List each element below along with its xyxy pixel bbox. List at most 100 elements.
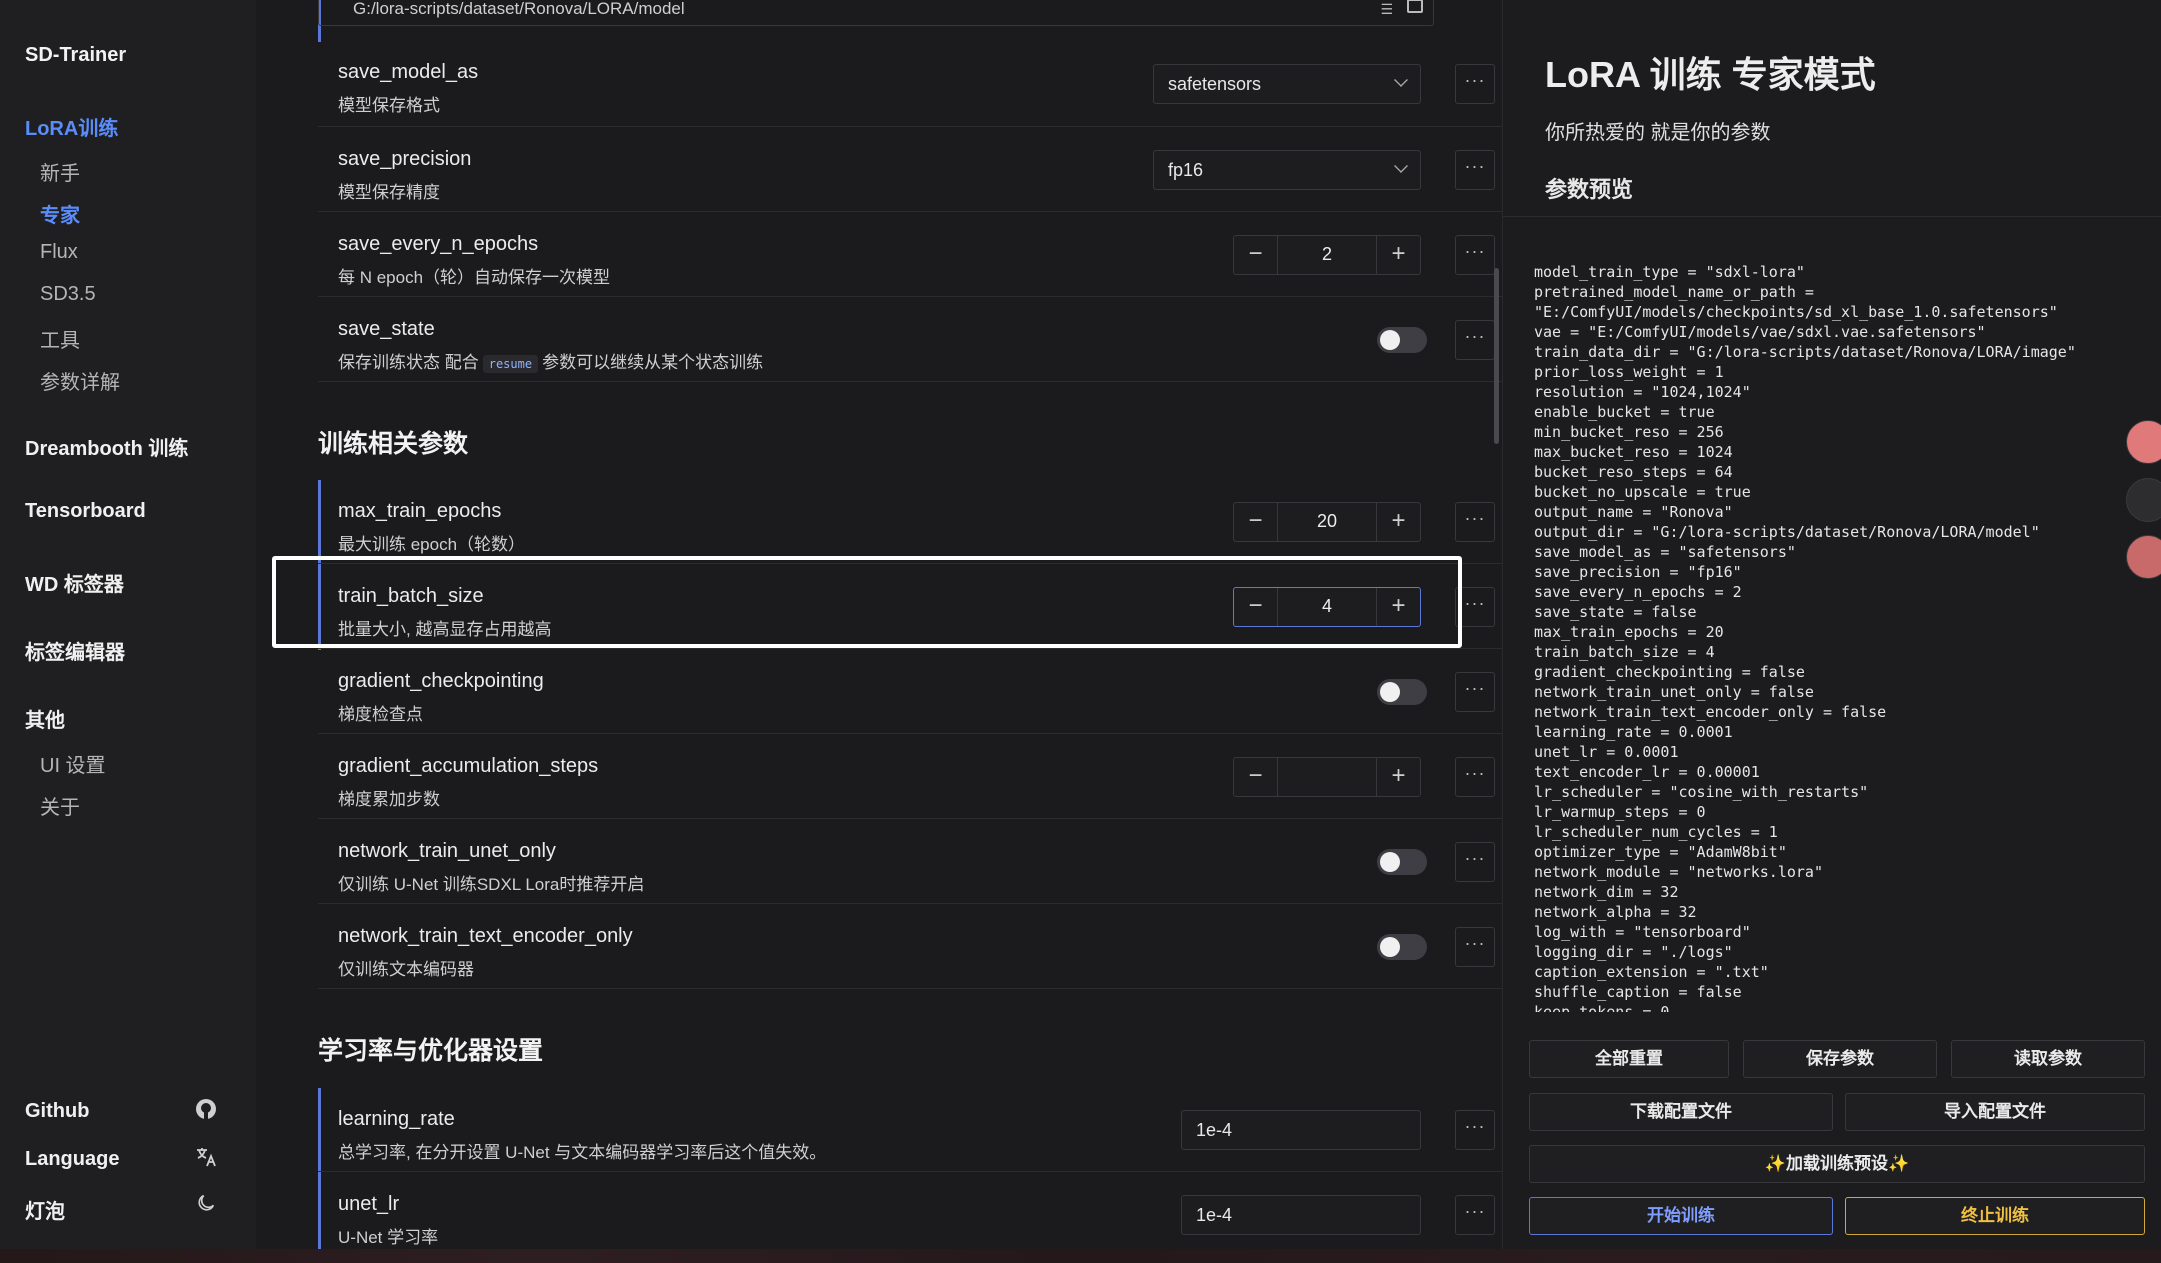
param-name: max_train_epochs (338, 500, 502, 522)
page-subtitle: 你所热爱的 就是你的参数 (1545, 122, 1771, 144)
sidebar-item-param-details[interactable]: 参数详解 (40, 366, 120, 395)
param-row-save-model-as: save_model_as 模型保存格式 safetensors ··· (318, 43, 1502, 127)
start-training-button[interactable]: 开始训练 (1529, 1197, 1833, 1235)
param-desc: 每 N epoch（轮）自动保存一次模型 (338, 268, 611, 287)
list-icon[interactable]: ☰ (1380, 1, 1393, 18)
param-row-unet-lr: unet_lr U-Net 学习率 1e-4 ··· (318, 1173, 1502, 1249)
param-desc: 总学习率, 在分开设置 U-Net 与文本编码器学习率后这个值失效。 (338, 1143, 827, 1162)
folder-icon[interactable] (1407, 0, 1423, 13)
network-train-text-encoder-only-toggle[interactable] (1377, 934, 1427, 960)
param-desc: U-Net 学习率 (338, 1228, 439, 1247)
stepper-value[interactable]: 2 (1278, 244, 1376, 265)
save-precision-select[interactable]: fp16 (1153, 150, 1421, 190)
decrement-button[interactable]: − (1234, 758, 1278, 796)
param-row-save-state: save_state 保存训练状态 配合 resume 参数可以继续从某个状态训练 … (318, 298, 1502, 382)
chevron-down-icon (1394, 73, 1408, 87)
moon-icon[interactable] (192, 1192, 220, 1220)
toggle-knob (1380, 937, 1400, 957)
param-desc: 仅训练文本编码器 (338, 960, 474, 979)
increment-button[interactable]: + (1376, 236, 1420, 274)
app-brand[interactable]: SD-Trainer (25, 44, 126, 67)
save-model-as-select[interactable]: safetensors (1153, 64, 1421, 104)
stepper-value[interactable]: 20 (1278, 511, 1376, 532)
sidebar-item-ui-settings[interactable]: UI 设置 (40, 749, 106, 778)
import-config-button[interactable]: 导入配置文件 (1845, 1093, 2145, 1131)
more-button[interactable]: ··· (1455, 842, 1495, 882)
github-icon[interactable] (192, 1097, 220, 1125)
chevron-down-icon (1394, 159, 1408, 173)
input-value: 1e-4 (1196, 1205, 1233, 1225)
sidebar-section-dreambooth[interactable]: Dreambooth 训练 (25, 432, 188, 461)
param-desc: 保存训练状态 配合 resume 参数可以继续从某个状态训练 (338, 348, 763, 373)
sidebar-item-sd35[interactable]: SD3.5 (40, 283, 96, 306)
sidebar-section-lora[interactable]: LoRA训练 (25, 112, 118, 141)
increment-button[interactable]: + (1376, 503, 1420, 541)
theme-toggle-label[interactable]: 灯泡 (25, 1195, 65, 1224)
stop-training-button[interactable]: 终止训练 (1845, 1197, 2145, 1235)
more-button[interactable]: ··· (1455, 1110, 1495, 1150)
increment-button[interactable]: + (1376, 758, 1420, 796)
max-train-epochs-stepper[interactable]: − 20 + (1233, 502, 1421, 542)
unet-lr-input[interactable]: 1e-4 (1181, 1195, 1421, 1235)
toggle-knob (1380, 682, 1400, 702)
more-button[interactable]: ··· (1455, 672, 1495, 712)
more-button[interactable]: ··· (1455, 927, 1495, 967)
param-desc: 模型保存格式 (338, 96, 440, 115)
input-value: 1e-4 (1196, 1120, 1233, 1140)
param-name: gradient_checkpointing (338, 670, 544, 692)
language-link[interactable]: Language (25, 1148, 119, 1171)
param-row-gradient-accumulation-steps: gradient_accumulation_steps 梯度累加步数 − + ·… (318, 735, 1502, 819)
param-name: network_train_text_encoder_only (338, 925, 633, 947)
sidebar-item-expert[interactable]: 专家 (40, 199, 80, 228)
learning-rate-input[interactable]: 1e-4 (1181, 1110, 1421, 1150)
github-link[interactable]: Github (25, 1100, 89, 1123)
param-name: save_every_n_epochs (338, 233, 539, 255)
more-button[interactable]: ··· (1455, 235, 1495, 275)
param-row-network-train-text-encoder-only: network_train_text_encoder_only 仅训练文本编码器… (318, 905, 1502, 989)
save-every-n-epochs-stepper[interactable]: − 2 + (1233, 235, 1421, 275)
sidebar-item-flux[interactable]: Flux (40, 241, 78, 264)
sidebar-item-about[interactable]: 关于 (40, 791, 80, 820)
desc-text: 保存训练状态 配合 (338, 353, 479, 372)
download-config-button[interactable]: 下载配置文件 (1529, 1093, 1833, 1131)
param-row-max-train-epochs: max_train_epochs 最大训练 epoch（轮数） − 20 + ·… (318, 480, 1502, 564)
network-train-unet-only-toggle[interactable] (1377, 849, 1427, 875)
decrement-button[interactable]: − (1234, 503, 1278, 541)
more-button[interactable]: ··· (1455, 502, 1495, 542)
param-name: learning_rate (338, 1108, 455, 1130)
main-scrollbar[interactable] (1494, 268, 1499, 444)
param-desc: 梯度检查点 (338, 705, 423, 724)
more-button[interactable]: ··· (1455, 320, 1495, 360)
translate-icon[interactable] (192, 1145, 220, 1173)
decrement-button[interactable]: − (1234, 236, 1278, 274)
sidebar-item-beginner[interactable]: 新手 (40, 157, 80, 186)
param-name: save_precision (338, 148, 472, 170)
more-button[interactable]: ··· (1455, 64, 1495, 104)
sidebar-section-wd-tagger[interactable]: WD 标签器 (25, 568, 124, 597)
load-params-button[interactable]: 读取参数 (1951, 1040, 2145, 1078)
sidebar-section-tag-editor[interactable]: 标签编辑器 (25, 636, 125, 665)
select-value: fp16 (1168, 160, 1204, 180)
reset-all-button[interactable]: 全部重置 (1529, 1040, 1729, 1078)
sidebar-section-tensorboard[interactable]: Tensorboard (25, 500, 146, 523)
param-name: save_model_as (338, 61, 479, 83)
config-preview[interactable]: model_train_type = "sdxl-lora" pretraine… (1534, 262, 2124, 1012)
param-row-gradient-checkpointing: gradient_checkpointing 梯度检查点 ··· (318, 650, 1502, 734)
sidebar-section-other[interactable]: 其他 (25, 704, 65, 733)
output-dir-input[interactable]: G:/lora-scripts/dataset/Ronova/LORA/mode… (318, 0, 1434, 26)
more-button[interactable]: ··· (1455, 1195, 1495, 1235)
save-state-toggle[interactable] (1377, 327, 1427, 353)
gradient-checkpointing-toggle[interactable] (1377, 679, 1427, 705)
more-button[interactable]: ··· (1455, 150, 1495, 190)
inline-code: resume (482, 355, 539, 373)
gradient-accumulation-steps-stepper[interactable]: − + (1233, 757, 1421, 797)
param-row-save-precision: save_precision 模型保存精度 fp16 ··· (318, 128, 1502, 212)
more-button[interactable]: ··· (1455, 757, 1495, 797)
highlight-box (272, 556, 1462, 648)
select-value: safetensors (1168, 74, 1262, 94)
load-preset-button[interactable]: ✨加载训练预设✨ (1529, 1145, 2145, 1183)
sidebar: SD-Trainer LoRA训练 新手 专家 Flux SD3.5 工具 参数… (0, 0, 256, 1249)
param-row-network-train-unet-only: network_train_unet_only 仅训练 U-Net 训练SDXL… (318, 820, 1502, 904)
save-params-button[interactable]: 保存参数 (1743, 1040, 1937, 1078)
sidebar-item-tools[interactable]: 工具 (40, 324, 80, 353)
